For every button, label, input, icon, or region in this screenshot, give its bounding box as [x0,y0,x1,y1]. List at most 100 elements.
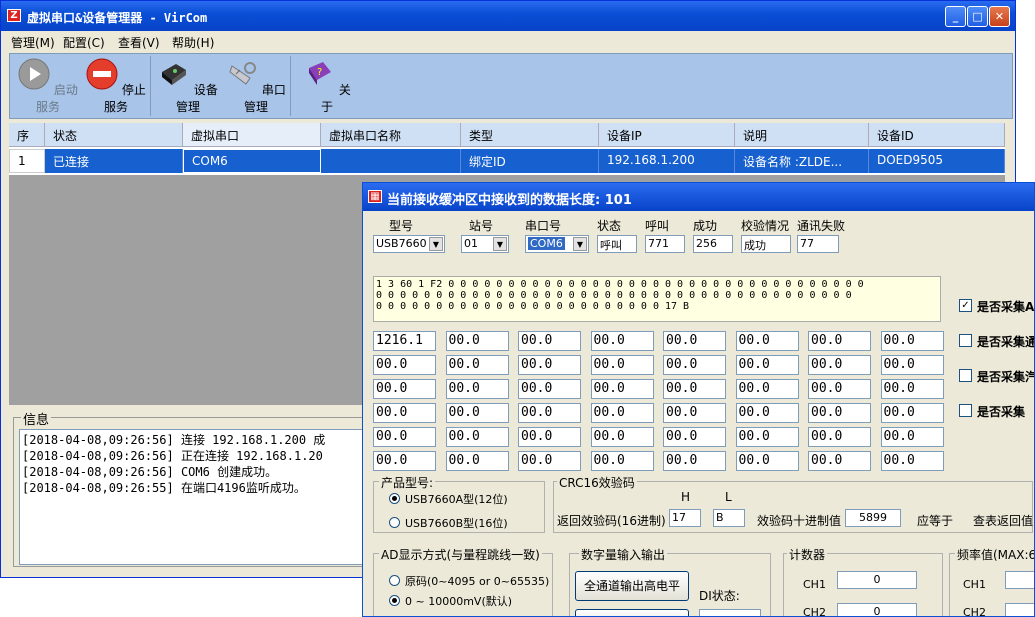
ad-mv-radio[interactable] [389,595,400,606]
start-service-button[interactable]: 启动服务 [16,58,80,115]
menu-manage[interactable]: 管理(M) [11,34,55,51]
crc-h-field[interactable]: 17 [669,509,701,527]
model-select[interactable]: USB7660 ▼ [373,235,445,253]
menu-view[interactable]: 查看(V) [118,34,160,51]
call-count-field[interactable]: 771 [645,235,685,253]
channel-value-field[interactable]: 00.0 [590,355,654,375]
channel-value-field[interactable]: 00.0 [880,451,944,471]
channel-value-field[interactable]: 00.0 [808,331,871,351]
channel-value-field[interactable]: 00.0 [518,403,581,423]
ad-raw-radio[interactable] [389,575,400,586]
row-port-name-cell[interactable] [321,149,461,173]
serial-manage-button[interactable]: 串口管理 [224,58,288,115]
io-button-2[interactable] [575,609,689,616]
col-header-status[interactable]: 状态 [45,123,183,147]
success-count-field[interactable]: 256 [693,235,733,253]
row-device-id-cell[interactable]: DOED9505 [869,149,1005,173]
row-virtual-port-cell[interactable]: COM6 [183,149,321,173]
menu-help[interactable]: 帮助(H) [172,34,214,51]
channel-value-field[interactable]: 00.0 [663,403,726,423]
frequency-ch1-field[interactable] [1005,571,1034,589]
channel-value-field[interactable]: 00.0 [880,379,944,399]
check-field[interactable]: 成功 [741,235,791,253]
counter-ch2-field[interactable]: 0 [837,603,917,616]
channel-value-field[interactable]: 00.0 [518,427,581,447]
channel-value-field[interactable]: 00.0 [808,427,871,447]
all-high-output-button[interactable]: 全通道输出高电平 [575,571,689,601]
channel-value-field[interactable]: 00.0 [735,379,799,399]
device-manage-button[interactable]: 设备管理 [156,58,220,115]
channel-value-field[interactable]: 00.0 [880,403,944,423]
about-button[interactable]: ? 关于 [302,58,352,115]
channel-value-field[interactable]: 00.0 [735,427,799,447]
channel-value-field[interactable]: 00.0 [663,331,726,351]
row-status-cell[interactable]: 已连接 [45,149,183,173]
maximize-button[interactable]: □ [967,6,988,27]
channel-value-field[interactable]: 00.0 [663,379,726,399]
channel-value-field[interactable]: 00.0 [518,379,581,399]
minimize-button[interactable]: _ [945,6,966,27]
channel-value-field[interactable]: 00.0 [590,379,654,399]
channel-value-field[interactable]: 00.0 [373,451,436,471]
col-header-port-name[interactable]: 虚拟串口名称 [321,123,461,147]
channel-value-field[interactable]: 00.0 [590,427,654,447]
dialog-title-bar[interactable]: ▦ 当前接收缓冲区中接收到的数据长度: 101 [363,183,1034,211]
channel-value-field[interactable]: 00.0 [590,403,654,423]
channel-value-field[interactable]: 00.0 [373,355,436,375]
receive-buffer-hex[interactable]: 1 3 60 1 F2 0 0 0 0 0 0 0 0 0 0 0 0 0 0 … [373,276,941,322]
channel-value-field[interactable]: 1216.1 [373,331,436,351]
col-header-virtual-port[interactable]: 虚拟串口 [183,123,321,147]
channel-value-field[interactable]: 00.0 [880,427,944,447]
model-b-radio[interactable] [389,517,400,528]
channel-value-field[interactable]: 00.0 [590,331,654,351]
channel-value-field[interactable]: 00.0 [808,403,871,423]
row-index-cell[interactable]: 1 [9,149,45,173]
channel-value-field[interactable]: 00.0 [735,331,799,351]
channel-value-field[interactable]: 00.0 [735,451,799,471]
channel-value-field[interactable]: 00.0 [445,331,509,351]
channel-value-field[interactable]: 00.0 [880,331,944,351]
channel-value-field[interactable]: 00.0 [590,451,654,471]
col-header-type[interactable]: 类型 [461,123,599,147]
channel-value-field[interactable]: 00.0 [445,403,509,423]
close-button[interactable]: ✕ [989,6,1010,27]
col-header-index[interactable]: 序 [9,123,45,147]
channel-value-field[interactable]: 00.0 [518,331,581,351]
channel-value-field[interactable]: 00.0 [808,451,871,471]
collect-checkbox[interactable] [959,334,972,347]
crc-l-field[interactable]: B [713,509,745,527]
row-ip-cell[interactable]: 192.168.1.200 [599,149,735,173]
channel-value-field[interactable]: 00.0 [445,355,509,375]
info-log[interactable]: [2018-04-08,09:26:56] 连接 192.168.1.200 成… [19,429,413,565]
channel-value-field[interactable]: 00.0 [808,379,871,399]
channel-value-field[interactable]: 00.0 [518,355,581,375]
channel-value-field[interactable]: 00.0 [663,451,726,471]
row-description-cell[interactable]: 设备名称 :ZLDE... [735,149,869,173]
channel-value-field[interactable]: 00.0 [373,403,436,423]
channel-value-field[interactable]: 00.0 [808,355,871,375]
counter-ch1-field[interactable]: 0 [837,571,917,589]
model-a-radio[interactable] [389,493,400,504]
channel-value-field[interactable]: 00.0 [373,379,436,399]
channel-value-field[interactable]: 00.0 [445,427,509,447]
channel-value-field[interactable]: 00.0 [445,451,509,471]
stop-service-button[interactable]: 停止服务 [84,58,148,115]
menu-config[interactable]: 配置(C) [63,34,105,51]
frequency-ch2-field[interactable] [1005,603,1034,616]
port-select[interactable]: COM6 ▼ [525,235,589,253]
crc-decimal-field[interactable]: 5899 [845,509,901,527]
collect-checkbox[interactable]: ✓ [959,299,972,312]
fail-count-field[interactable]: 77 [797,235,839,253]
channel-value-field[interactable]: 00.0 [735,403,799,423]
col-header-description[interactable]: 说明 [735,123,869,147]
channel-value-field[interactable]: 00.0 [445,379,509,399]
title-bar[interactable]: Z 虚拟串口&设备管理器 - VirCom _ □ ✕ [1,1,1015,31]
channel-value-field[interactable]: 00.0 [663,355,726,375]
status-field[interactable]: 呼叫 [597,235,637,253]
channel-value-field[interactable]: 00.0 [373,427,436,447]
di-status-field[interactable] [699,609,761,616]
row-type-cell[interactable]: 绑定ID [461,149,599,173]
channel-value-field[interactable]: 00.0 [663,427,726,447]
station-select[interactable]: 01 ▼ [461,235,509,253]
channel-value-field[interactable]: 00.0 [518,451,581,471]
